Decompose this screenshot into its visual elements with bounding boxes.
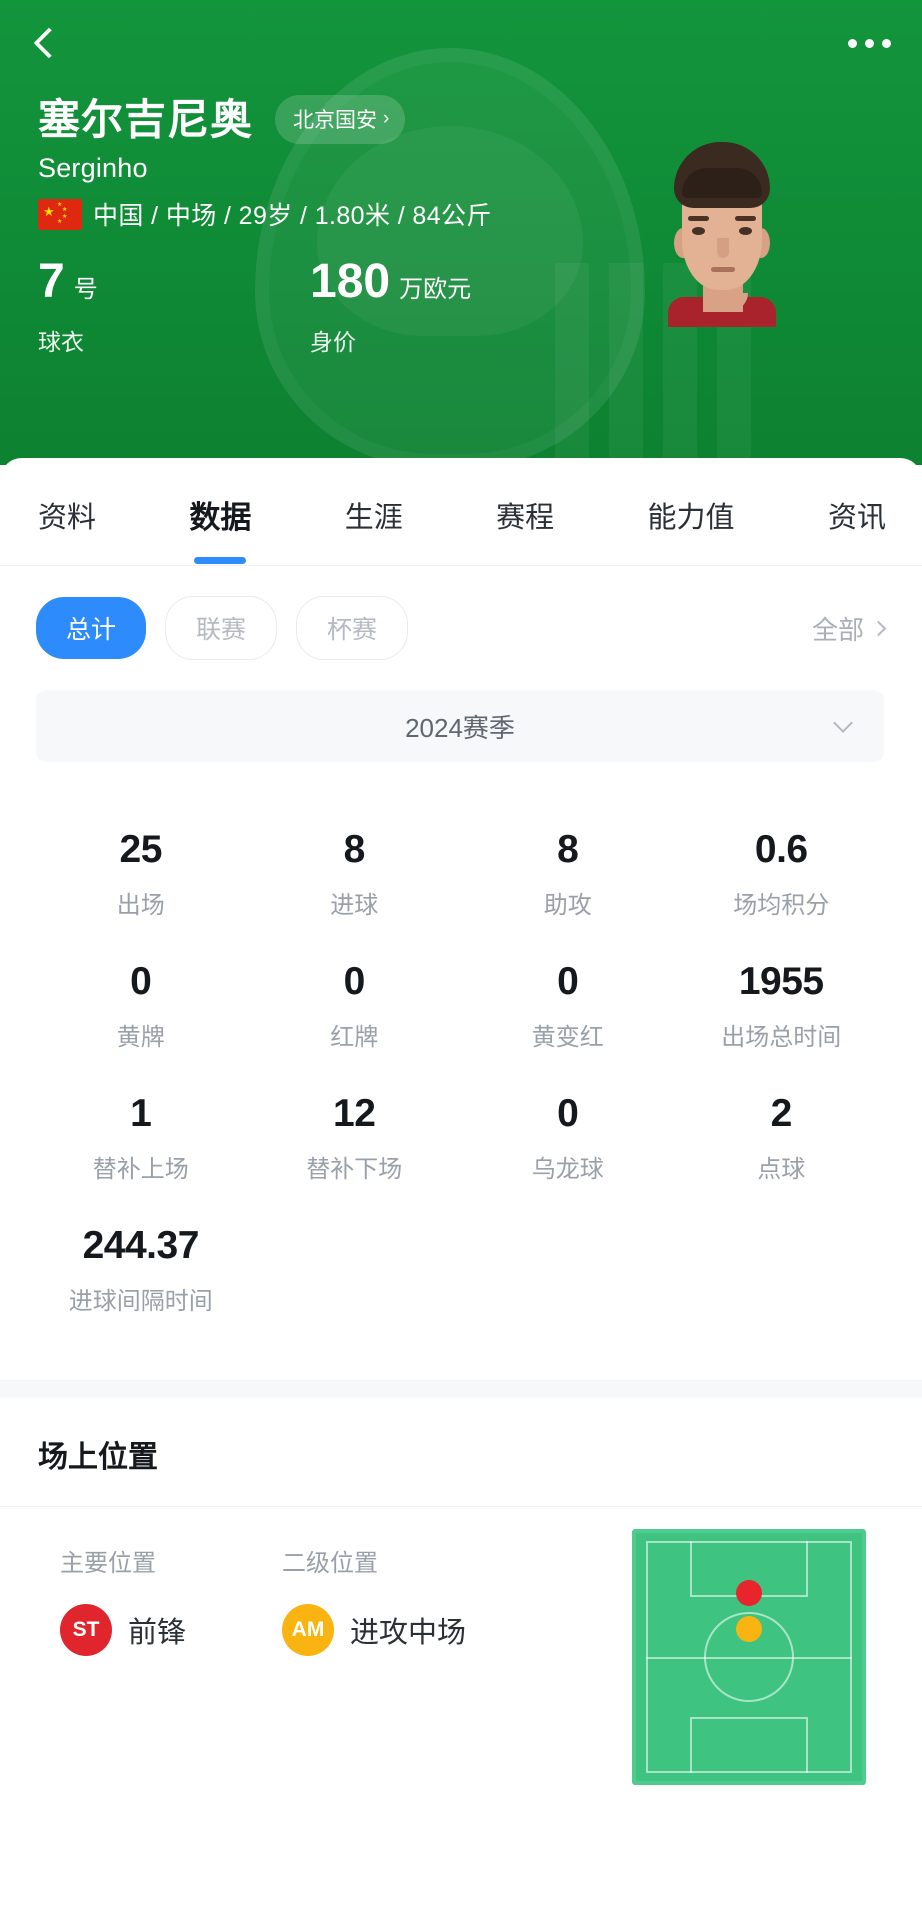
primary-position-badge: ST — [60, 1603, 112, 1656]
jersey-number-label: 球衣 — [38, 329, 84, 355]
secondary-position-column: 二级位置 AM 进攻中场 — [282, 1543, 466, 1656]
secondary-position-badge: AM — [282, 1603, 334, 1656]
tab-ziliao[interactable]: 资料 — [38, 488, 96, 536]
primary-position-name: 前锋 — [128, 1616, 187, 1649]
stat-red-cards: 0 红牌 — [330, 959, 379, 1051]
team-chip-button[interactable]: 北京国安 › — [275, 95, 406, 144]
player-name-row: 塞尔吉尼奥 北京国安 › — [38, 95, 406, 144]
china-flag-icon: ★ ★ ★ ★ ★ — [38, 198, 82, 230]
market-value-unit: 万欧元 — [399, 276, 472, 303]
pitch-penalty-box-bottom — [690, 1716, 808, 1773]
filter-pill-total[interactable]: 总计 — [36, 597, 147, 659]
position-section: 主要位置 ST 前锋 二级位置 AM 进攻中场 — [0, 1507, 922, 1807]
player-name-latin: Serginho — [38, 153, 148, 183]
player-photo — [662, 142, 782, 327]
market-value-amount: 180 — [310, 255, 391, 308]
stat-yellow-cards: 0 黄牌 — [116, 959, 165, 1051]
stat-goals: 8 进球 — [330, 828, 379, 919]
tab-bar: 资料 数据 生涯 赛程 能力值 资讯 — [0, 458, 922, 566]
filter-pill-league[interactable]: 联赛 — [165, 596, 278, 660]
jersey-number-block: 7 号 球衣 — [38, 258, 98, 357]
primary-position-column: 主要位置 ST 前锋 — [60, 1543, 186, 1656]
stat-avg-points: 0.6 场均积分 — [733, 828, 830, 919]
filter-row: 总计 联赛 杯赛 全部 — [0, 566, 922, 660]
stat-second-yellow: 0 黄变红 — [531, 959, 604, 1051]
chevron-right-icon: › — [383, 108, 390, 129]
player-profile-screen: 塞尔吉尼奥 北京国安 › Serginho ★ ★ ★ ★ ★ 中国 / 中场 … — [0, 0, 922, 1920]
season-selector-label: 2024赛季 — [405, 712, 515, 743]
stat-sub-off: 12 替补下场 — [306, 1091, 403, 1183]
tab-zixun[interactable]: 资讯 — [828, 488, 886, 536]
profile-hero-header: 塞尔吉尼奥 北京国安 › Serginho ★ ★ ★ ★ ★ 中国 / 中场 … — [0, 0, 922, 465]
market-value-block: 180 万欧元 身价 — [310, 258, 471, 357]
chevron-right-icon — [870, 620, 887, 636]
secondary-position-name: 进攻中场 — [350, 1616, 467, 1649]
top-bar — [0, 0, 922, 86]
tab-nenglizhi[interactable]: 能力值 — [648, 488, 735, 536]
team-chip-label: 北京国安 — [293, 109, 378, 132]
stat-appearances: 25 出场 — [116, 828, 165, 919]
tab-shengya[interactable]: 生涯 — [345, 488, 403, 536]
stat-assists: 8 助攻 — [543, 828, 592, 919]
stat-goal-interval: 244.37 进球间隔时间 — [68, 1223, 213, 1315]
tab-shuju[interactable]: 数据 — [189, 486, 251, 537]
primary-position-header: 主要位置 — [60, 1549, 156, 1577]
view-all-link[interactable]: 全部 — [811, 610, 887, 647]
chevron-down-icon — [833, 713, 853, 733]
stat-own-goals: 0 乌龙球 — [531, 1091, 604, 1183]
pitch-diagram — [632, 1528, 866, 1785]
page-title: 塞尔吉尼奥 — [38, 95, 254, 143]
pitch-primary-position-dot — [736, 1579, 762, 1606]
player-meta-row: ★ ★ ★ ★ ★ 中国 / 中场 / 29岁 / 1.80米 / 84公斤 — [38, 196, 492, 232]
stat-penalties: 2 点球 — [757, 1091, 806, 1183]
pitch-secondary-position-dot — [736, 1615, 762, 1642]
stat-total-minutes: 1955 出场总时间 — [721, 959, 842, 1051]
jersey-number-unit: 号 — [73, 276, 98, 303]
back-button[interactable] — [18, 12, 80, 74]
back-chevron-icon — [33, 27, 65, 59]
secondary-position-header: 二级位置 — [282, 1549, 378, 1577]
market-value-label: 身价 — [310, 329, 356, 355]
more-options-icon — [847, 38, 857, 48]
season-selector[interactable]: 2024赛季 — [36, 690, 884, 762]
more-options-button[interactable] — [838, 16, 900, 70]
stats-grid: 25 出场 8 进球 8 助攻 0.6 场均积分 0 黄牌 0 红牌 0 黄变红 1955 出场… — [0, 808, 922, 1336]
section-divider — [0, 1379, 922, 1398]
tab-saicheng[interactable]: 赛程 — [496, 488, 554, 536]
content-sheet: 资料 数据 生涯 赛程 能力值 资讯 总计 联赛 杯赛 全部 2024赛季 25… — [0, 458, 922, 1920]
jersey-number-value: 7 — [38, 255, 65, 308]
player-meta-text: 中国 / 中场 / 29岁 / 1.80米 / 84公斤 — [93, 202, 492, 230]
view-all-label: 全部 — [811, 614, 864, 645]
filter-pill-cup[interactable]: 杯赛 — [296, 596, 409, 660]
position-section-title: 场上位置 — [0, 1398, 922, 1507]
stat-sub-on: 1 替补上场 — [92, 1091, 189, 1183]
